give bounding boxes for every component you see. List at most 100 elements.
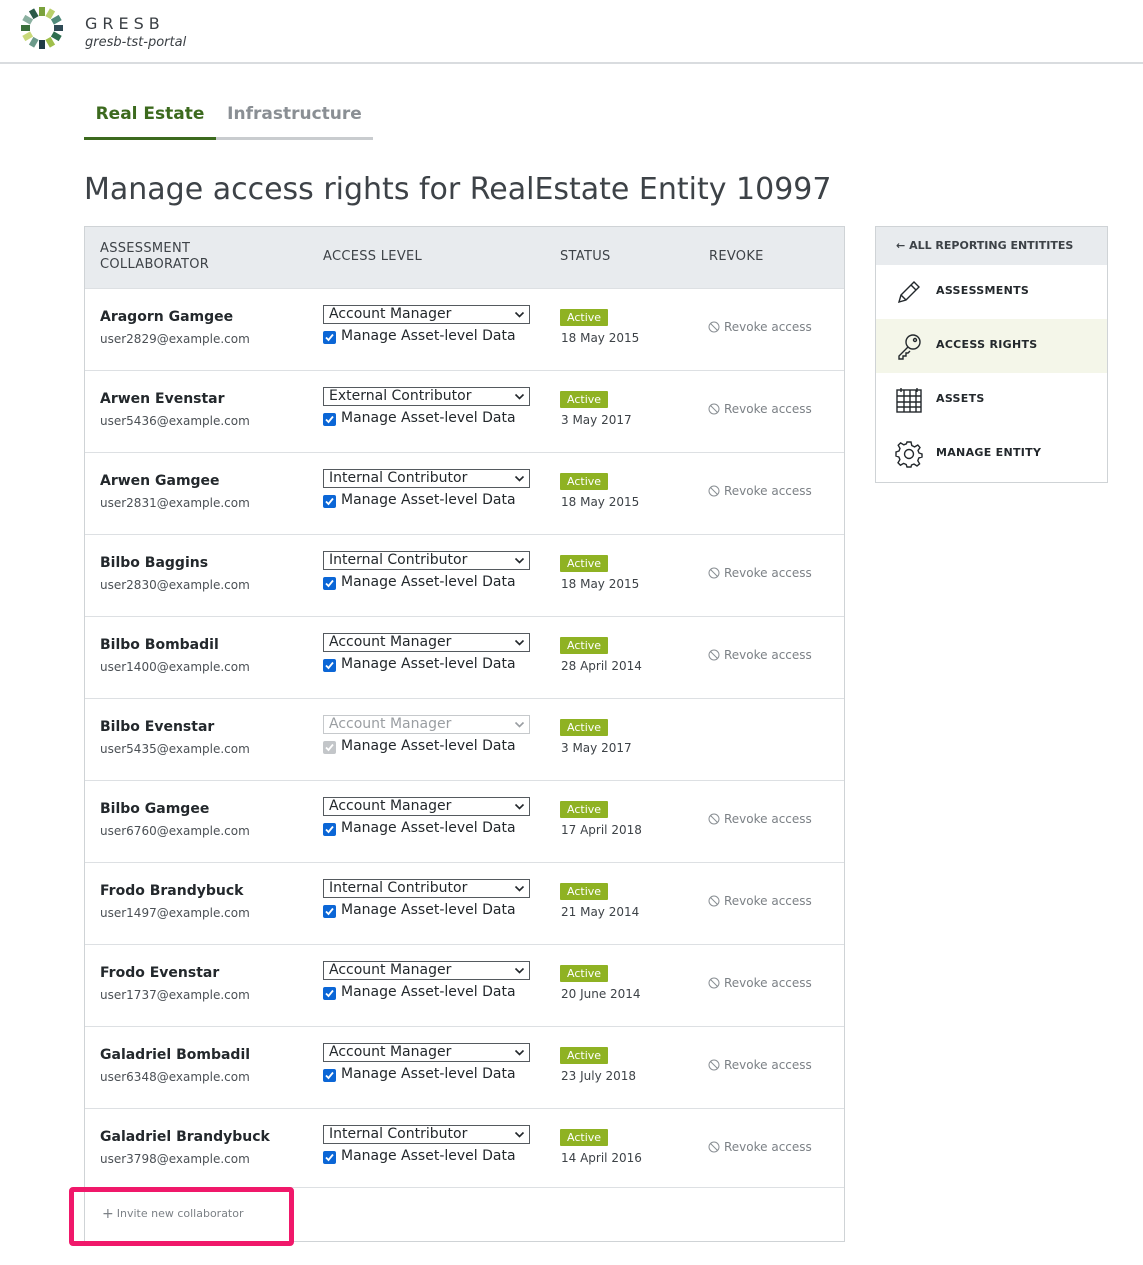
access-level-select: Account Manager [323,715,530,734]
revoke-access-label: Revoke access [724,1058,812,1072]
access-level-select[interactable]: Internal Contributor [323,551,530,570]
access-level-value: Account Manager [329,962,452,978]
access-level-value: Account Manager [329,716,452,732]
collaborator-email: user1737@example.com [100,988,250,1002]
ban-icon [708,1059,720,1071]
revoke-access-label: Revoke access [724,402,812,416]
collaborator-email: user6348@example.com [100,1070,250,1084]
status-date: 3 May 2017 [561,741,632,755]
manage-asset-data-checkbox[interactable] [323,1151,336,1164]
ban-icon [708,813,720,825]
access-level-select[interactable]: Account Manager [323,1043,530,1062]
revoke-access-link[interactable]: Revoke access [708,894,812,908]
access-level-value: Internal Contributor [329,880,468,896]
collaborator-email: user1400@example.com [100,660,250,674]
revoke-access-link[interactable]: Revoke access [708,976,812,990]
revoke-access-label: Revoke access [724,648,812,662]
status-date: 20 June 2014 [561,987,641,1001]
tab-infrastructure[interactable]: Infrastructure [216,96,373,140]
status-date: 23 July 2018 [561,1069,637,1083]
collaborator-name: Frodo Evenstar [100,965,220,981]
nav-item-assets[interactable]: ASSETS [876,373,1107,427]
access-level-select[interactable]: Internal Contributor [323,469,530,488]
manage-asset-data-label: Manage Asset-level Data [341,574,516,590]
chevron-down-icon [514,721,525,728]
revoke-access-label: Revoke access [724,812,812,826]
status-badge: Active [560,965,609,982]
access-level-value: Account Manager [329,306,452,322]
manage-asset-data-checkbox[interactable] [323,577,336,590]
back-to-entities-link[interactable]: ← ALL REPORTING ENTITITES [876,227,1107,265]
status-badge: Active [560,883,609,900]
access-level-select[interactable]: External Contributor [323,387,530,406]
table-row: Galadriel Bombadil user6348@example.com Ac… [85,1026,844,1108]
table-row: Bilbo Gamgee user6760@example.com Account … [85,780,844,862]
manage-asset-data-checkbox[interactable] [323,905,336,918]
revoke-access-label: Revoke access [724,976,812,990]
chevron-down-icon [514,967,525,974]
access-level-select[interactable]: Internal Contributor [323,879,530,898]
manage-asset-data-label: Manage Asset-level Data [341,738,516,754]
table-row: Frodo Evenstar user1737@example.com Accoun… [85,944,844,1026]
chevron-down-icon [514,1131,525,1138]
ban-icon [708,485,720,497]
access-level-select[interactable]: Internal Contributor [323,1125,530,1144]
revoke-access-link[interactable]: Revoke access [708,484,812,498]
collaborator-email: user3798@example.com [100,1152,250,1166]
collaborator-email: user1497@example.com [100,906,250,920]
status-badge: Active [560,391,609,408]
collaborator-name: Bilbo Gamgee [100,801,210,817]
nav-item-access-rights[interactable]: ACCESS RIGHTS [876,319,1107,373]
collaborator-email: user5436@example.com [100,414,250,428]
collaborator-name: Bilbo Baggins [100,555,209,571]
revoke-access-link[interactable]: Revoke access [708,402,812,416]
ban-icon [708,649,720,661]
status-date: 21 May 2014 [561,905,640,919]
revoke-access-link[interactable]: Revoke access [708,320,812,334]
manage-asset-data-checkbox[interactable] [323,1069,336,1082]
brand-name: GRESB [85,14,165,33]
access-level-select[interactable]: Account Manager [323,797,530,816]
revoke-access-link[interactable]: Revoke access [708,1058,812,1072]
revoke-access-link[interactable]: Revoke access [708,566,812,580]
chevron-down-icon [514,639,525,646]
chevron-down-icon [514,803,525,810]
manage-asset-data-checkbox[interactable] [323,659,336,672]
access-level-value: External Contributor [329,388,472,404]
table-row: Frodo Brandybuck user1497@example.com Inte… [85,862,844,944]
collaborator-name: Aragorn Gamgee [100,309,234,325]
status-date: 3 May 2017 [561,413,632,427]
chevron-down-icon [514,1049,525,1056]
manage-asset-data-checkbox[interactable] [323,823,336,836]
revoke-access-label: Revoke access [724,484,812,498]
manage-asset-data-checkbox[interactable] [323,495,336,508]
manage-asset-data-checkbox[interactable] [323,331,336,344]
portal-name: gresb-tst-portal [85,35,187,50]
manage-asset-data-checkbox[interactable] [323,413,336,426]
chevron-down-icon [514,311,525,318]
revoke-access-link[interactable]: Revoke access [708,1140,812,1154]
nav-item-manage-entity[interactable]: MANAGE ENTITY [876,427,1107,481]
manage-asset-data-label: Manage Asset-level Data [341,820,516,836]
access-level-value: Internal Contributor [329,1126,468,1142]
status-badge: Active [560,719,609,736]
access-level-select[interactable]: Account Manager [323,961,530,980]
ban-icon [708,321,720,333]
access-level-select[interactable]: Account Manager [323,305,530,324]
revoke-access-link[interactable]: Revoke access [708,648,812,662]
nav-item-assessments[interactable]: ASSESSMENTS [876,265,1107,319]
status-badge: Active [560,473,609,490]
highlight-box [69,1187,294,1246]
header-collaborator: ASSESSMENT COLLABORATOR [100,241,209,273]
access-level-select[interactable]: Account Manager [323,633,530,652]
ban-icon [708,567,720,579]
status-badge: Active [560,309,609,326]
revoke-access-label: Revoke access [724,566,812,580]
status-date: 28 April 2014 [561,659,642,673]
revoke-access-link[interactable]: Revoke access [708,812,812,826]
tab-real-estate[interactable]: Real Estate [84,96,216,140]
manage-asset-data-label: Manage Asset-level Data [341,1066,516,1082]
table-row: Galadriel Brandybuck user3798@example.com… [85,1108,844,1190]
gresb-logo-icon[interactable] [19,5,65,51]
manage-asset-data-checkbox[interactable] [323,987,336,1000]
